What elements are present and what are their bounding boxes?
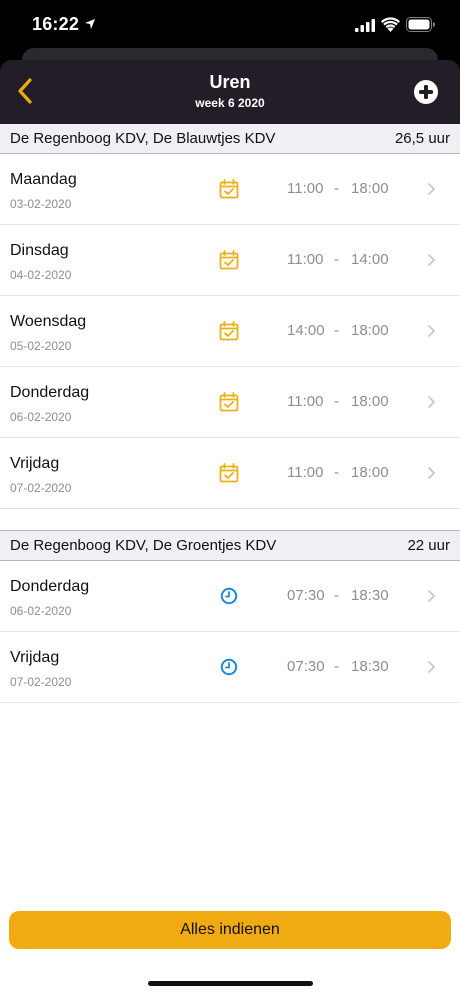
calendar-check-icon	[219, 179, 239, 199]
clock-icon	[220, 658, 238, 676]
wifi-icon	[381, 17, 400, 32]
nav-bar: Uren week 6 2020	[0, 60, 460, 124]
chevron-right-icon	[428, 590, 435, 602]
battery-icon	[406, 17, 435, 32]
group-total: 22 uur	[407, 537, 450, 554]
status-bar: 16:22	[0, 0, 460, 50]
list-item[interactable]: Vrijdag 07-02-2020 11:00 - 18:00	[0, 438, 460, 509]
list-item[interactable]: Vrijdag 07-02-2020 07:30 - 18:30	[0, 632, 460, 703]
time-end: 18:30	[351, 587, 389, 604]
day-name: Donderdag	[10, 384, 90, 401]
time-separator: -	[334, 322, 339, 339]
time-end: 18:30	[351, 658, 389, 675]
time-end: 14:00	[351, 251, 389, 268]
list-item[interactable]: Donderdag 06-02-2020 07:30 - 18:30	[0, 561, 460, 632]
time-start: 11:00	[287, 393, 324, 410]
day-date: 03-02-2020	[10, 197, 72, 211]
cellular-signal-icon	[355, 19, 375, 32]
calendar-check-icon	[219, 321, 239, 341]
page-title: Uren	[209, 72, 251, 92]
clock-icon	[220, 587, 238, 605]
day-name: Maandag	[10, 171, 77, 188]
time-end: 18:00	[351, 464, 389, 481]
chevron-right-icon	[428, 325, 435, 337]
day-date: 06-02-2020	[10, 410, 72, 424]
time-start: 11:00	[287, 251, 324, 268]
add-button[interactable]	[413, 79, 439, 105]
hours-list: De Regenboog KDV, De Blauwtjes KDV 26,5 …	[0, 124, 460, 996]
location-arrow-icon	[85, 19, 95, 29]
time-separator: -	[334, 180, 339, 197]
day-date: 07-02-2020	[10, 675, 72, 689]
day-date: 05-02-2020	[10, 339, 72, 353]
submit-all-button[interactable]: Alles indienen	[9, 911, 451, 949]
time-separator: -	[334, 251, 339, 268]
time-end: 18:00	[351, 393, 389, 410]
time-start: 11:00	[287, 464, 324, 481]
time-separator: -	[334, 587, 339, 604]
list-item[interactable]: Woensdag 05-02-2020 14:00 - 18:00	[0, 296, 460, 367]
group-total: 26,5 uur	[394, 130, 450, 147]
status-time: 16:22	[32, 14, 80, 34]
day-date: 06-02-2020	[10, 604, 72, 618]
group-header: De Regenboog KDV, De Groentjes KDV 22 uu…	[0, 530, 460, 561]
time-start: 07:30	[287, 587, 325, 604]
group-name: De Regenboog KDV, De Blauwtjes KDV	[10, 130, 276, 147]
list-item[interactable]: Dinsdag 04-02-2020 11:00 - 14:00	[0, 225, 460, 296]
chevron-right-icon	[428, 183, 435, 195]
day-name: Dinsdag	[10, 242, 69, 259]
time-separator: -	[334, 393, 339, 410]
chevron-right-icon	[428, 467, 435, 479]
time-end: 18:00	[351, 180, 389, 197]
day-name: Vrijdag	[10, 455, 60, 472]
group-header: De Regenboog KDV, De Blauwtjes KDV 26,5 …	[0, 124, 460, 154]
calendar-check-icon	[219, 250, 239, 270]
page-subtitle: week 6 2020	[195, 96, 265, 110]
chevron-right-icon	[428, 396, 435, 408]
chevron-right-icon	[428, 254, 435, 266]
list-item[interactable]: Donderdag 06-02-2020 11:00 - 18:00	[0, 367, 460, 438]
day-date: 07-02-2020	[10, 481, 72, 495]
day-name: Woensdag	[10, 313, 87, 330]
list-item[interactable]: Maandag 03-02-2020 11:00 - 18:00	[0, 154, 460, 225]
home-indicator	[148, 981, 313, 986]
time-separator: -	[334, 464, 339, 481]
day-name: Donderdag	[10, 578, 90, 595]
calendar-check-icon	[219, 392, 239, 412]
time-start: 11:00	[287, 180, 324, 197]
day-name: Vrijdag	[10, 649, 60, 666]
chevron-right-icon	[428, 661, 435, 673]
time-end: 18:00	[351, 322, 389, 339]
group-name: De Regenboog KDV, De Groentjes KDV	[10, 537, 277, 554]
calendar-check-icon	[219, 463, 239, 483]
day-date: 04-02-2020	[10, 268, 72, 282]
time-separator: -	[334, 658, 339, 675]
time-start: 07:30	[287, 658, 325, 675]
time-start: 14:00	[287, 322, 325, 339]
